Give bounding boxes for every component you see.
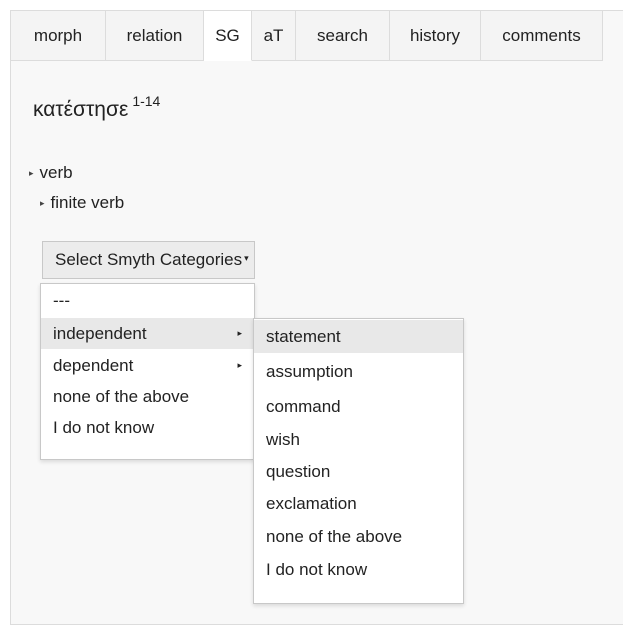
tree-node-finite-verb[interactable]: ▸ finite verb — [40, 193, 124, 213]
categories-menu: --- independent ▸ dependent ▸ none of th… — [40, 283, 255, 460]
tab-at[interactable]: aT — [252, 10, 296, 61]
submenu-item-label: assumption — [266, 361, 353, 381]
tab-morph[interactable]: morph — [10, 10, 106, 61]
word-range: 1-14 — [132, 93, 161, 109]
submenu-arrow-icon: ▸ — [237, 360, 242, 370]
menu-item-dependent[interactable]: dependent ▸ — [41, 350, 254, 381]
menu-item-none-of-the-above[interactable]: none of the above — [41, 381, 254, 412]
tab-relation[interactable]: relation — [106, 10, 204, 61]
tab-sg[interactable]: SG — [204, 10, 252, 61]
tree-node-label: verb — [39, 163, 73, 182]
submenu-item-question[interactable]: question — [254, 456, 463, 487]
menu-item-label: I do not know — [53, 417, 155, 437]
tree-node-verb[interactable]: ▸ verb — [29, 163, 73, 183]
submenu-item-wish[interactable]: wish — [254, 424, 463, 455]
tab-comments[interactable]: comments — [481, 10, 603, 61]
submenu-arrow-icon: ▸ — [237, 328, 242, 338]
select-smyth-categories-button[interactable]: Select Smyth Categories ▾ — [42, 241, 255, 279]
menu-item-label: dependent — [53, 355, 134, 375]
select-label: Select Smyth Categories — [55, 250, 243, 269]
word-heading: κατέστησε 1-14 — [33, 93, 161, 122]
submenu-item-label: none of the above — [266, 526, 403, 546]
tab-search[interactable]: search — [296, 10, 390, 61]
submenu-item-statement[interactable]: statement — [254, 320, 463, 353]
caret-down-icon: ▾ — [244, 252, 249, 263]
submenu-item-i-do-not-know[interactable]: I do not know — [254, 554, 463, 585]
tree-node-label: finite verb — [50, 193, 125, 212]
triangle-right-icon: ▸ — [40, 198, 45, 208]
submenu-item-label: wish — [266, 429, 301, 449]
menu-item-none[interactable]: --- — [41, 285, 254, 316]
submenu-item-label: statement — [266, 326, 341, 346]
menu-item-i-do-not-know[interactable]: I do not know — [41, 412, 254, 443]
menu-item-label: independent — [53, 323, 147, 343]
submenu-item-label: question — [266, 461, 331, 481]
tab-bar: morph relation SG aT search history comm… — [10, 10, 603, 61]
word-text: κατέστησε — [33, 98, 129, 121]
submenu-item-command[interactable]: command — [254, 391, 463, 422]
submenu-item-assumption[interactable]: assumption — [254, 356, 463, 387]
submenu-item-none-of-the-above[interactable]: none of the above — [254, 521, 463, 552]
triangle-right-icon: ▸ — [29, 168, 34, 178]
independent-submenu: statement assumption command wish questi… — [253, 318, 464, 604]
menu-item-label: none of the above — [53, 386, 190, 406]
submenu-item-label: exclamation — [266, 493, 357, 513]
menu-item-independent[interactable]: independent ▸ — [41, 318, 254, 349]
submenu-item-label: command — [266, 396, 341, 416]
tab-history[interactable]: history — [390, 10, 481, 61]
submenu-item-label: I do not know — [266, 559, 368, 579]
menu-item-label: --- — [53, 290, 70, 310]
submenu-item-exclamation[interactable]: exclamation — [254, 488, 463, 519]
